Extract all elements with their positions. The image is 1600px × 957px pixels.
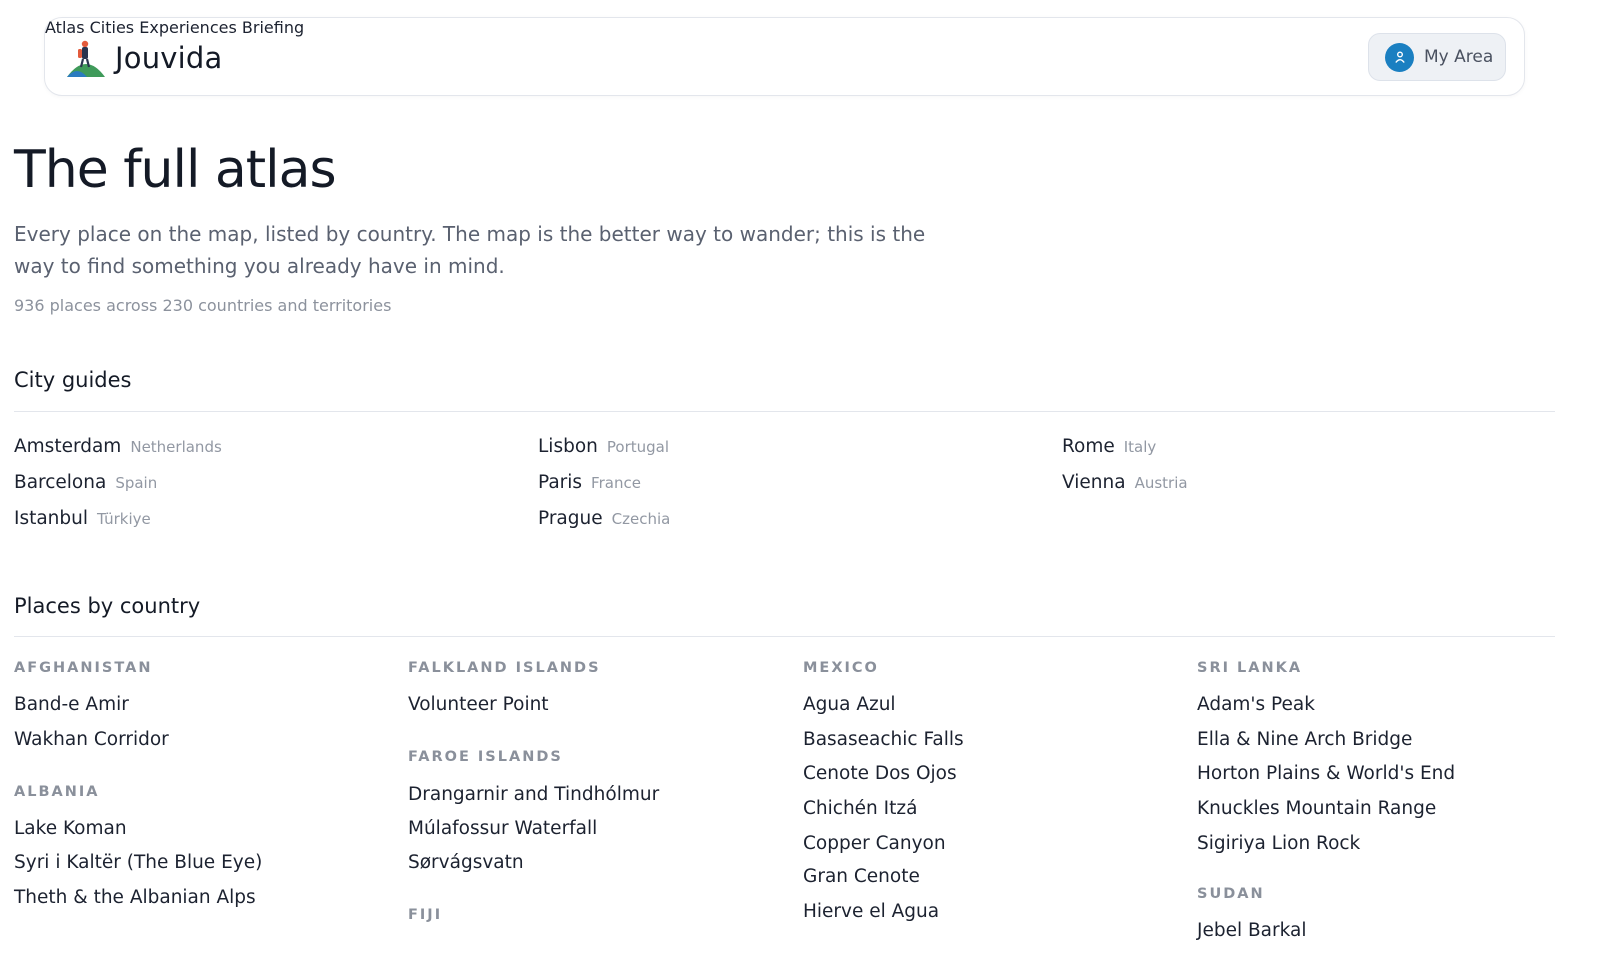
places-by-country-heading: Places by country [14,594,201,618]
city-guide-item[interactable]: Lisbon Portugal [538,436,669,457]
city-guide-item[interactable]: Rome Italy [1062,436,1156,457]
place-link[interactable]: Syri i Kaltër (The Blue Eye) [14,852,262,873]
city-guide-link[interactable]: Vienna [1062,472,1126,493]
city-guide-country: Türkiye [97,510,151,528]
country-heading-faroe-islands: FAROE ISLANDS [408,749,563,765]
city-guide-item[interactable]: Amsterdam Netherlands [14,436,222,457]
city-guides-heading: City guides [14,368,132,392]
place-link[interactable]: Lake Koman [14,818,127,839]
nav-atlas[interactable]: Atlas [45,18,85,37]
place-link[interactable]: Chichén Itzá [803,798,917,819]
city-guide-link[interactable]: Rome [1062,436,1115,457]
city-guide-link[interactable]: Prague [538,508,603,529]
city-guide-country: Spain [115,474,158,492]
intro-text: Every place on the map, listed by countr… [14,222,926,278]
place-link[interactable]: Drangarnir and Tindhólmur [408,784,659,805]
nav-experiences[interactable]: Experiences [139,18,237,37]
city-guide-country: France [591,474,641,492]
place-link[interactable]: Agua Azul [803,694,896,715]
place-link[interactable]: Hierve el Agua [803,901,939,922]
brand-logo-link[interactable]: Jouvida [65,38,222,78]
place-link[interactable]: Volunteer Point [408,694,549,715]
place-link[interactable]: Band-e Amir [14,694,129,715]
country-heading-afghanistan: AFGHANISTAN [14,660,153,676]
place-link[interactable]: Theth & the Albanian Alps [14,887,256,908]
divider [14,411,1555,412]
place-link[interactable]: Sigiriya Lion Rock [1197,833,1360,854]
place-link[interactable]: Knuckles Mountain Range [1197,798,1436,819]
city-guide-link[interactable]: Lisbon [538,436,598,457]
jouvida-logo-icon [67,40,105,77]
city-guide-country: Portugal [606,438,669,456]
place-link[interactable]: Wakhan Corridor [14,729,169,750]
city-guide-country: Czechia [611,510,671,528]
brand-name: Jouvida [115,41,223,75]
city-guide-country: Italy [1123,438,1157,456]
place-link[interactable]: Cenote Dos Ojos [803,763,957,784]
country-heading-fiji: FIJI [408,907,443,923]
stats-text: 936 places across 230 countries and terr… [14,296,392,315]
divider [14,636,1555,637]
city-guide-link[interactable]: Barcelona [14,472,106,493]
top-navbar: Jouvida Atlas Cities Experiences Briefin… [44,17,1525,96]
my-area-button[interactable]: My Area [1368,33,1506,81]
country-heading-falkland-islands: FALKLAND ISLANDS [408,660,601,676]
country-heading-mexico: MEXICO [803,660,879,676]
place-link[interactable]: Copper Canyon [803,833,946,854]
nav-briefing[interactable]: Briefing [242,18,304,37]
place-link[interactable]: Gran Cenote [803,866,920,887]
place-link[interactable]: Basaseachic Falls [803,729,964,750]
place-link[interactable]: Sørvágsvatn [408,852,524,873]
place-link[interactable]: Jebel Barkal [1197,920,1306,941]
place-link[interactable]: Múlafossur Waterfall [408,818,597,839]
my-area-label: My Area [1424,47,1494,67]
city-guide-country: Netherlands [130,438,222,456]
city-guide-link[interactable]: Istanbul [14,508,88,529]
city-guide-item[interactable]: Istanbul Türkiye [14,508,151,529]
country-heading-sudan: SUDAN [1197,886,1265,902]
city-guide-item[interactable]: Prague Czechia [538,508,670,529]
city-guide-link[interactable]: Amsterdam [14,436,121,457]
city-guide-item[interactable]: Paris France [538,472,641,493]
place-link[interactable]: Horton Plains & World's End [1197,763,1455,784]
country-heading-sri-lanka: SRI LANKA [1197,660,1303,676]
place-link[interactable]: Ella & Nine Arch Bridge [1197,729,1412,750]
nav-cities[interactable]: Cities [90,18,135,37]
city-guide-item[interactable]: Vienna Austria [1062,472,1188,493]
city-guide-item[interactable]: Barcelona Spain [14,472,157,493]
country-heading-albania: ALBANIA [14,784,100,800]
city-guide-link[interactable]: Paris [538,472,582,493]
user-avatar-icon [1385,42,1414,72]
place-link[interactable]: Adam's Peak [1197,694,1315,715]
city-guide-country: Austria [1134,474,1188,492]
page-title: The full atlas [14,140,337,200]
